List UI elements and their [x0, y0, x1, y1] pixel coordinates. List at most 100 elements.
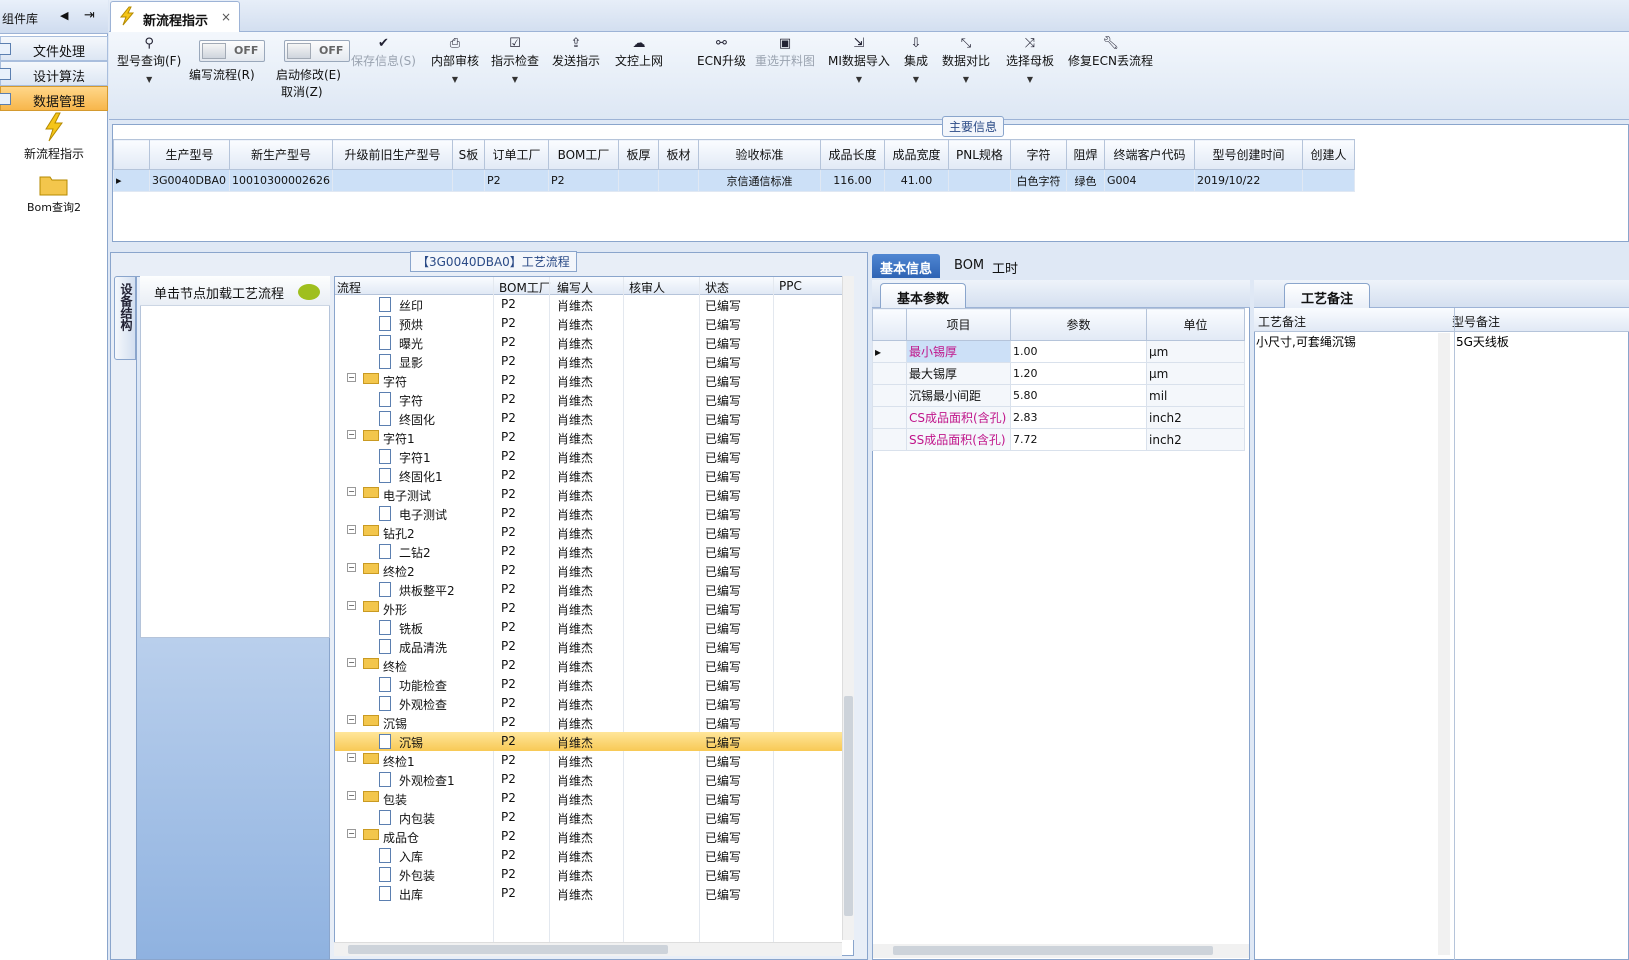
column-header[interactable]: 流程	[337, 279, 361, 296]
fix-ecn-flow-button[interactable]: 🔧︎ 修复ECN丢流程	[1068, 36, 1153, 69]
scroll-thumb[interactable]	[348, 945, 668, 954]
column-header[interactable]: 单位	[1146, 308, 1245, 341]
column-header[interactable]: 型号创建时间	[1193, 139, 1303, 170]
nav-design-algorithm[interactable]: 设计算法	[0, 61, 108, 86]
column-header[interactable]: 升级前旧生产型号	[331, 139, 453, 170]
cell[interactable]: 41.00	[883, 169, 949, 192]
param-row[interactable]: ▸ 最小锡厚 1.00 μm	[872, 340, 1245, 363]
column-header[interactable]: 成品宽度	[883, 139, 949, 170]
tree-row[interactable]: 终固化 P2 肖维杰 已编写	[335, 409, 843, 428]
column-header[interactable]: 阻焊	[1065, 139, 1105, 170]
collapse-node-icon[interactable]: −	[347, 715, 356, 724]
tab-basic-info[interactable]: 基本信息	[872, 254, 941, 278]
device-tree-area[interactable]	[140, 276, 330, 638]
tree-row[interactable]: 丝印 P2 肖维杰 已编写	[335, 295, 843, 314]
cell[interactable]: 116.00	[819, 169, 885, 192]
column-header[interactable]: 核审人	[629, 279, 665, 296]
tab-new-flow[interactable]: 新流程指示 ×	[110, 1, 240, 32]
tree-row[interactable]: 出库 P2 肖维杰 已编写	[335, 884, 843, 903]
column-header[interactable]: 生产型号	[149, 139, 230, 170]
tool-bom-query[interactable]: Bom查询2	[0, 172, 108, 215]
param-value[interactable]: 7.72	[1010, 428, 1147, 451]
select-motherboard-button[interactable]: ⤨ 选择母板 ▼	[1006, 36, 1054, 84]
tree-row[interactable]: 铣板 P2 肖维杰 已编写	[335, 618, 843, 637]
cell[interactable]: P2	[483, 169, 549, 192]
cell[interactable]: P2	[547, 169, 619, 192]
column-header[interactable]: 创建人	[1301, 139, 1355, 170]
param-item[interactable]: CS成品面积(含孔)	[906, 406, 1011, 429]
edit-flow-toggle[interactable]: OFF	[199, 40, 265, 62]
tree-row[interactable]: − 电子测试 P2 肖维杰 已编写	[335, 485, 843, 504]
pin-icon[interactable]: ⇥	[84, 8, 95, 23]
tree-row[interactable]: − 沉锡 P2 肖维杰 已编写	[335, 713, 843, 732]
cell[interactable]: 2019/10/22	[1193, 169, 1303, 192]
column-header[interactable]: BOM工厂	[547, 139, 619, 170]
column-header[interactable]: BOM工厂	[499, 279, 551, 296]
cell[interactable]: 京信通信标准	[697, 169, 821, 192]
ecn-upgrade-button[interactable]: ⚯ ECN升级	[697, 36, 746, 69]
collapse-left-icon[interactable]: ◀	[60, 9, 68, 22]
nav-data-management[interactable]: 数据管理	[0, 86, 108, 111]
cell[interactable]	[657, 169, 699, 192]
integrate-button[interactable]: ⇩ 集成 ▼	[904, 36, 928, 84]
param-row[interactable]: 最大锡厚 1.20 μm	[872, 362, 1245, 385]
scroll-thumb[interactable]	[844, 696, 853, 916]
column-header[interactable]: 编写人	[557, 279, 593, 296]
doc-control-upload-button[interactable]: ☁ 文控上网	[615, 36, 663, 69]
tree-row[interactable]: 外观检查1 P2 肖维杰 已编写	[335, 770, 843, 789]
cell[interactable]	[1301, 169, 1355, 192]
collapse-node-icon[interactable]: −	[347, 563, 356, 572]
column-header[interactable]: 板材	[657, 139, 699, 170]
column-header[interactable]: 成品长度	[819, 139, 885, 170]
tree-row[interactable]: − 钻孔2 P2 肖维杰 已编写	[335, 523, 843, 542]
tree-row[interactable]: 内包装 P2 肖维杰 已编写	[335, 808, 843, 827]
column-header[interactable]: 项目	[906, 308, 1011, 341]
param-value[interactable]: 5.80	[1010, 384, 1147, 407]
send-instruction-button[interactable]: ⇪ 发送指示	[552, 36, 600, 69]
reselect-cutting-chart-button[interactable]: ▣ 重选开料图	[755, 36, 815, 69]
cell[interactable]	[331, 169, 453, 192]
model-query-button[interactable]: ⚲ 型号查询(F) ▼	[117, 36, 181, 84]
cell[interactable]: G004	[1103, 169, 1195, 192]
vertical-scrollbar[interactable]	[842, 276, 854, 940]
tree-row[interactable]: 预烘 P2 肖维杰 已编写	[335, 314, 843, 333]
tree-row[interactable]: 字符1 P2 肖维杰 已编写	[335, 447, 843, 466]
tree-row[interactable]: 成品清洗 P2 肖维杰 已编写	[335, 637, 843, 656]
column-header[interactable]: 字符	[1009, 139, 1067, 170]
tree-row[interactable]: 烘板整平2 P2 肖维杰 已编写	[335, 580, 843, 599]
cell[interactable]	[947, 169, 1011, 192]
tree-row[interactable]: − 终检1 P2 肖维杰 已编写	[335, 751, 843, 770]
nav-file-processing[interactable]: 文件处理	[0, 36, 108, 61]
param-row[interactable]: 沉锡最小间距 5.80 mil	[872, 384, 1245, 407]
tab-work-hours[interactable]: 工时	[984, 254, 1026, 278]
tree-row[interactable]: 外观检查 P2 肖维杰 已编写	[335, 694, 843, 713]
column-header[interactable]: PPC	[779, 279, 802, 293]
collapse-node-icon[interactable]: −	[347, 601, 356, 610]
param-row[interactable]: CS成品面积(含孔) 2.83 inch2	[872, 406, 1245, 429]
horizontal-scrollbar[interactable]	[334, 942, 842, 956]
tree-row[interactable]: − 外形 P2 肖维杰 已编写	[335, 599, 843, 618]
column-header[interactable]: PNL规格	[947, 139, 1011, 170]
column-header[interactable]: 验收标准	[697, 139, 821, 170]
collapse-node-icon[interactable]: −	[347, 487, 356, 496]
param-value[interactable]: 1.20	[1010, 362, 1147, 385]
tree-row[interactable]: − 终检 P2 肖维杰 已编写	[335, 656, 843, 675]
param-item[interactable]: SS成品面积(含孔)	[906, 428, 1011, 451]
tree-row[interactable]: 终固化1 P2 肖维杰 已编写	[335, 466, 843, 485]
tree-row[interactable]: 入库 P2 肖维杰 已编写	[335, 846, 843, 865]
scroll-thumb[interactable]	[893, 946, 1213, 955]
tree-row[interactable]: 二钻2 P2 肖维杰 已编写	[335, 542, 843, 561]
column-header[interactable]: 状态	[705, 279, 729, 296]
cancel-button[interactable]: 取消(Z)	[281, 83, 323, 100]
tree-row[interactable]: − 字符1 P2 肖维杰 已编写	[335, 428, 843, 447]
collapse-node-icon[interactable]: −	[347, 753, 356, 762]
tree-row[interactable]: − 包装 P2 肖维杰 已编写	[335, 789, 843, 808]
param-item[interactable]: 最大锡厚	[906, 362, 1011, 385]
tab-device-structure[interactable]: 设备结构	[114, 276, 136, 360]
collapse-node-icon[interactable]: −	[347, 791, 356, 800]
tree-row[interactable]: 外包装 P2 肖维杰 已编写	[335, 865, 843, 884]
cell[interactable]	[617, 169, 659, 192]
column-header[interactable]: 参数	[1010, 308, 1147, 341]
data-compare-button[interactable]: ⤡ 数据对比 ▼	[942, 36, 990, 84]
column-header[interactable]: 新生产型号	[229, 139, 333, 170]
